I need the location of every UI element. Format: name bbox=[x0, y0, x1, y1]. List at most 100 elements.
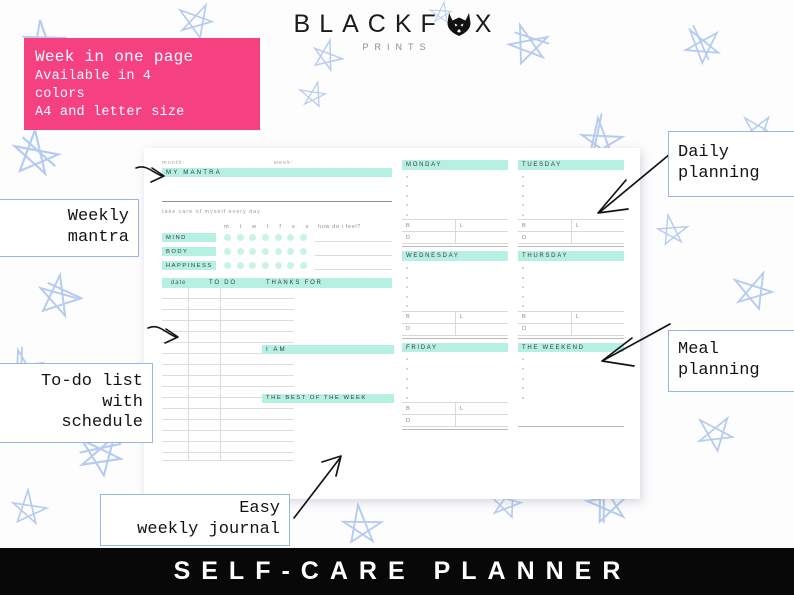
day-task-line[interactable] bbox=[518, 271, 624, 281]
callout-easy-journal: Easy weekly journal bbox=[100, 494, 290, 546]
day-task-line[interactable] bbox=[402, 261, 508, 271]
tracker-dot[interactable] bbox=[274, 262, 282, 270]
todo-vertical-rule bbox=[188, 287, 189, 460]
tracker-dot[interactable] bbox=[224, 248, 231, 256]
day-initial: m bbox=[224, 224, 230, 230]
day-task-line[interactable] bbox=[518, 261, 624, 271]
meal-grid: B L D bbox=[402, 219, 508, 245]
tracker-dot[interactable] bbox=[261, 262, 269, 270]
meal-breakfast[interactable]: B bbox=[402, 220, 455, 231]
meal-dinner[interactable]: D bbox=[518, 324, 571, 335]
day-title: WEDNESDAY bbox=[402, 251, 508, 261]
meal-lunch[interactable]: L bbox=[455, 220, 508, 232]
meal-breakfast[interactable]: B bbox=[518, 312, 571, 323]
tracker-dot[interactable] bbox=[236, 234, 244, 242]
tracker-dot[interactable] bbox=[299, 248, 307, 256]
day-task-line[interactable] bbox=[402, 362, 508, 372]
tracker-dot[interactable] bbox=[287, 234, 295, 242]
tracker-dot[interactable] bbox=[274, 248, 282, 256]
tracker-dot[interactable] bbox=[299, 234, 307, 242]
meal-dinner[interactable]: D bbox=[402, 415, 455, 426]
day-divider bbox=[402, 429, 508, 431]
day-task-line[interactable] bbox=[518, 391, 624, 401]
day-task-line[interactable] bbox=[518, 290, 624, 300]
callout-meal-planning: Meal planning bbox=[668, 330, 794, 392]
tracker-dot[interactable] bbox=[287, 248, 295, 256]
callout-line: planning bbox=[678, 361, 760, 380]
callout-line: with bbox=[102, 392, 143, 412]
day-task-line[interactable] bbox=[402, 208, 508, 218]
meal-empty[interactable] bbox=[455, 232, 508, 244]
day-task-line[interactable] bbox=[402, 372, 508, 382]
day-task-line[interactable] bbox=[518, 372, 624, 382]
tracker-dot[interactable] bbox=[236, 248, 244, 256]
day-task-line[interactable] bbox=[518, 208, 624, 218]
day-task-line[interactable] bbox=[402, 381, 508, 391]
day-task-line[interactable] bbox=[518, 352, 624, 362]
i-am-bar: I AM bbox=[262, 344, 394, 354]
day-initial: t bbox=[239, 224, 242, 230]
tracker-dots bbox=[216, 234, 311, 242]
tracker-dot[interactable] bbox=[299, 262, 307, 270]
tracker-dot[interactable] bbox=[261, 234, 269, 242]
listing-canvas: BLACKF X PRINTS Week in one page Availab… bbox=[0, 0, 794, 595]
tracker-row-body: BODY bbox=[162, 246, 392, 259]
meal-empty[interactable] bbox=[455, 415, 508, 427]
meal-dinner[interactable]: D bbox=[402, 232, 455, 243]
day-title: THE WEEKEND bbox=[518, 342, 624, 353]
day-title: MONDAY bbox=[402, 160, 508, 170]
day-task-line[interactable] bbox=[518, 189, 624, 199]
meal-lunch[interactable]: L bbox=[455, 403, 508, 415]
callout-line: To-do list bbox=[40, 371, 143, 391]
day-task-line[interactable] bbox=[518, 170, 624, 180]
tracker-dot[interactable] bbox=[261, 248, 269, 256]
todo-col-thanks: THANKS FOR bbox=[266, 279, 323, 286]
day-task-line[interactable] bbox=[518, 362, 624, 372]
day-block-tuesday: TUESDAY B L D bbox=[518, 160, 624, 248]
tracker-dot[interactable] bbox=[236, 262, 244, 270]
meal-empty[interactable] bbox=[571, 232, 624, 244]
meal-grid: B L D bbox=[402, 402, 508, 428]
meal-breakfast[interactable]: B bbox=[402, 403, 455, 414]
day-task-line[interactable] bbox=[518, 381, 624, 391]
day-task-line[interactable] bbox=[518, 198, 624, 208]
meal-lunch[interactable]: L bbox=[571, 311, 624, 323]
day-task-line[interactable] bbox=[402, 271, 508, 281]
day-task-line[interactable] bbox=[402, 280, 508, 290]
meal-lunch[interactable]: L bbox=[571, 220, 624, 232]
day-block-weekend: THE WEEKEND bbox=[518, 342, 624, 430]
day-task-line[interactable] bbox=[518, 179, 624, 189]
my-mantra-bar: MY MANTRA bbox=[162, 168, 392, 177]
day-task-line[interactable] bbox=[402, 198, 508, 208]
day-task-line[interactable] bbox=[402, 299, 508, 309]
meal-grid: B L D bbox=[518, 219, 624, 245]
meal-empty[interactable] bbox=[571, 323, 624, 335]
todo-vertical-rule bbox=[220, 287, 221, 460]
meal-dinner[interactable]: D bbox=[402, 324, 455, 335]
day-block-wednesday: WEDNESDAY B L D bbox=[402, 251, 508, 339]
tracker-label: MIND bbox=[162, 233, 216, 243]
brand-name-part1: BLACKF bbox=[293, 10, 445, 38]
meal-breakfast[interactable]: B bbox=[518, 220, 571, 231]
tracker-dot[interactable] bbox=[249, 262, 257, 270]
meal-dinner[interactable]: D bbox=[518, 232, 571, 243]
day-task-line[interactable] bbox=[402, 352, 508, 362]
tracker-dot[interactable] bbox=[224, 234, 231, 242]
day-initial: s bbox=[305, 224, 309, 230]
day-task-line[interactable] bbox=[402, 290, 508, 300]
tracker-dot[interactable] bbox=[249, 248, 257, 256]
meal-breakfast[interactable]: B bbox=[402, 312, 455, 323]
tracker-dot[interactable] bbox=[249, 234, 257, 242]
day-task-line[interactable] bbox=[518, 299, 624, 309]
tracker-label: BODY bbox=[162, 247, 216, 257]
meal-lunch[interactable]: L bbox=[455, 311, 508, 323]
tracker-dot[interactable] bbox=[287, 262, 295, 270]
meal-empty[interactable] bbox=[455, 323, 508, 335]
day-task-line[interactable] bbox=[518, 280, 624, 290]
tracker-dot[interactable] bbox=[274, 234, 282, 242]
day-task-line[interactable] bbox=[402, 170, 508, 180]
day-task-line[interactable] bbox=[402, 391, 508, 401]
tracker-dot[interactable] bbox=[224, 262, 231, 270]
day-task-line[interactable] bbox=[402, 179, 508, 189]
day-task-line[interactable] bbox=[402, 189, 508, 199]
